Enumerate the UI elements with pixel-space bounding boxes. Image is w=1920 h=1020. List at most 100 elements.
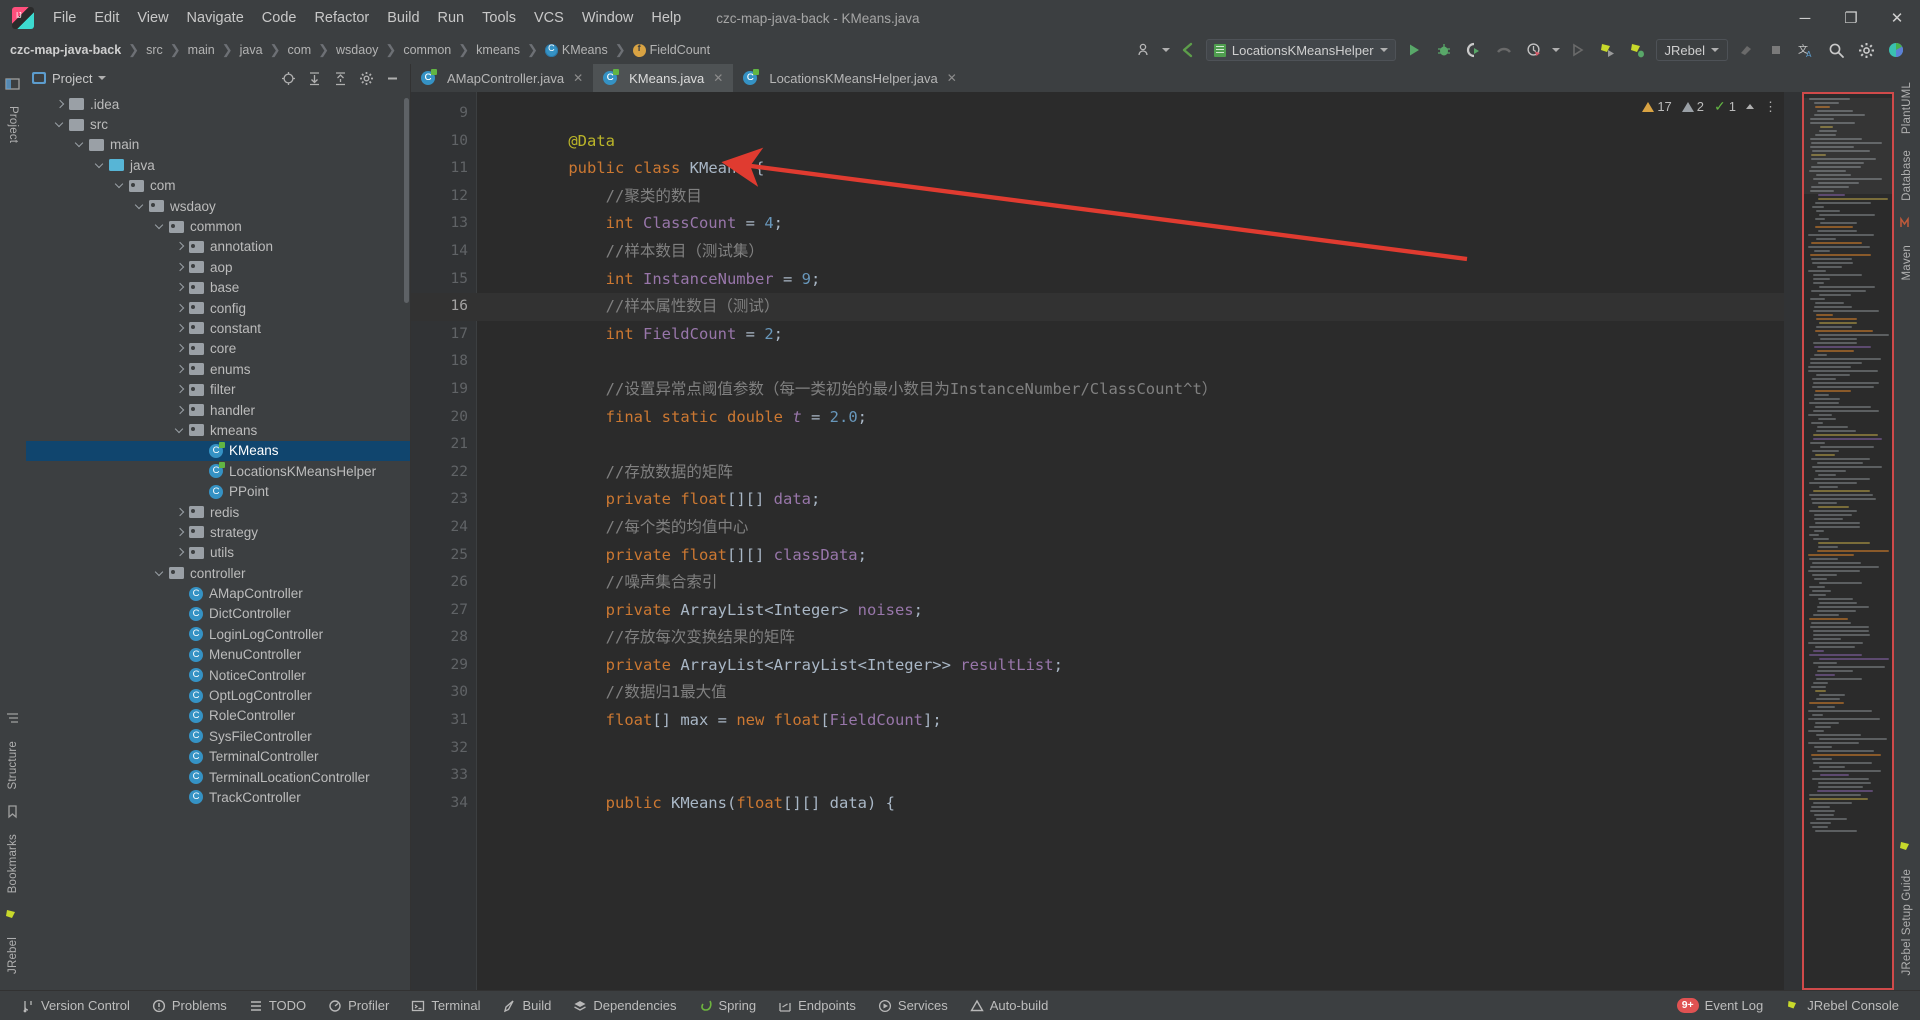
line-number-27[interactable]: 27 xyxy=(411,597,477,625)
tree-node-handler[interactable]: handler xyxy=(26,400,410,420)
code-line-25[interactable]: private float[][] classData; xyxy=(477,542,1784,570)
tree-node-aop[interactable]: aop xyxy=(26,257,410,277)
tree-node-rolecontroller[interactable]: RoleController xyxy=(26,706,410,726)
project-panel-title[interactable]: Project xyxy=(32,71,107,86)
line-number-18[interactable]: 18 xyxy=(411,348,477,376)
code-line-14[interactable]: //样本数目（测试集） xyxy=(477,238,1784,266)
warnings-badge[interactable]: 17 xyxy=(1642,99,1672,114)
editor-tab-locationskmeanshelper-java[interactable]: C LocationsKMeansHelper.java ✕ xyxy=(733,64,966,92)
chevron-up-icon[interactable] xyxy=(1746,104,1754,109)
code-line-30[interactable]: //数据归1最大值 xyxy=(477,679,1784,707)
tree-node-annotation[interactable]: annotation xyxy=(26,237,410,257)
code-line-13[interactable]: int ClassCount = 4; xyxy=(477,210,1784,238)
code-line-22[interactable]: //存放数据的矩阵 xyxy=(477,459,1784,487)
tree-node-sysfilecontroller[interactable]: SysFileController xyxy=(26,726,410,746)
chevron-right-icon[interactable] xyxy=(174,281,187,294)
tree-node-main[interactable]: main xyxy=(26,135,410,155)
chevron-right-icon[interactable] xyxy=(54,98,67,111)
line-number-28[interactable]: 28 xyxy=(411,624,477,652)
breadcrumb-item-czc-map-java-back[interactable]: czc-map-java-back xyxy=(8,42,123,58)
status-spring[interactable]: Spring xyxy=(688,995,768,1016)
tree-node--idea[interactable]: .idea xyxy=(26,94,410,114)
code-line-23[interactable]: private float[][] data; xyxy=(477,486,1784,514)
stop-icon[interactable] xyxy=(1566,39,1590,61)
breadcrumb-item-wsdaoy[interactable]: wsdaoy xyxy=(334,42,380,58)
tree-node-optlogcontroller[interactable]: OptLogController xyxy=(26,685,410,705)
attach-icon[interactable] xyxy=(1734,39,1758,61)
left-rail-label-bookmarks[interactable]: Bookmarks xyxy=(7,826,19,901)
chevron-down-icon[interactable] xyxy=(154,567,167,580)
editor-tab-amapcontroller-java[interactable]: C AMapController.java ✕ xyxy=(411,64,593,92)
tree-node-ppoint[interactable]: PPoint xyxy=(26,481,410,501)
status-auto-build[interactable]: Auto-build xyxy=(959,995,1060,1016)
tree-node-terminallocationcontroller[interactable]: TerminalLocationController xyxy=(26,767,410,787)
chevron-down-icon[interactable] xyxy=(174,424,187,437)
minimap-viewport[interactable] xyxy=(1804,98,1892,194)
status-profiler[interactable]: Profiler xyxy=(317,995,400,1016)
code-line-9[interactable] xyxy=(477,100,1784,128)
menu-item-build[interactable]: Build xyxy=(378,6,428,30)
locate-icon[interactable] xyxy=(276,67,300,89)
jrebel-tool-icon[interactable] xyxy=(5,907,21,923)
tree-node-dictcontroller[interactable]: DictController xyxy=(26,604,410,624)
line-number-20[interactable]: 20 xyxy=(411,404,477,432)
line-number-25[interactable]: 25 xyxy=(411,542,477,570)
line-number-19[interactable]: 19 xyxy=(411,376,477,404)
menu-item-vcs[interactable]: VCS xyxy=(525,6,573,30)
plugin-icon[interactable] xyxy=(1884,39,1908,61)
chevron-down-icon[interactable] xyxy=(114,179,127,192)
tree-node-kmeans[interactable]: KMeans xyxy=(26,440,410,462)
expand-all-icon[interactable] xyxy=(302,67,326,89)
status-jrebel-console[interactable]: JRebel Console xyxy=(1776,995,1910,1016)
chevron-right-icon[interactable] xyxy=(174,363,187,376)
line-number-30[interactable]: 30 xyxy=(411,679,477,707)
line-number-24[interactable]: 24 xyxy=(411,514,477,542)
close-tab-icon[interactable]: ✕ xyxy=(947,71,957,85)
code-line-12[interactable]: //聚类的数目 xyxy=(477,183,1784,211)
tree-node-enums[interactable]: enums xyxy=(26,359,410,379)
line-number-14[interactable]: 14 xyxy=(411,238,477,266)
status-terminal[interactable]: Terminal xyxy=(400,995,491,1016)
tree-node-filter[interactable]: filter xyxy=(26,379,410,399)
code-line-26[interactable]: //噪声集合索引 xyxy=(477,569,1784,597)
chevron-down-icon[interactable] xyxy=(74,138,87,151)
line-number-33[interactable]: 33 xyxy=(411,762,477,790)
tree-node-menucontroller[interactable]: MenuController xyxy=(26,645,410,665)
tree-node-core[interactable]: core xyxy=(26,339,410,359)
close-tab-icon[interactable]: ✕ xyxy=(573,71,583,85)
code-line-28[interactable]: //存放每次变换结果的矩阵 xyxy=(477,624,1784,652)
jrebel-selector[interactable]: JRebel xyxy=(1655,39,1728,61)
breadcrumb-item-common[interactable]: common xyxy=(401,42,453,58)
project-tree[interactable]: .idea src main java com wsdaoy common annotatio… xyxy=(26,92,410,990)
tree-node-trackcontroller[interactable]: TrackController xyxy=(26,787,410,807)
user-settings-icon[interactable] xyxy=(1132,39,1156,61)
tree-node-config[interactable]: config xyxy=(26,298,410,318)
tree-node-amapcontroller[interactable]: AMapController xyxy=(26,583,410,603)
line-number-31[interactable]: 31 xyxy=(411,707,477,735)
breadcrumb-item-kmeans[interactable]: KMeans xyxy=(543,42,610,58)
debug-icon[interactable] xyxy=(1432,39,1456,61)
weak-warnings-badge[interactable]: 2 xyxy=(1681,99,1704,114)
translate-icon[interactable]: 文A xyxy=(1794,39,1818,61)
close-icon[interactable]: ✕ xyxy=(1874,0,1920,36)
tree-node-com[interactable]: com xyxy=(26,176,410,196)
code-content[interactable]: @Data public class KMeans { //聚类的数目 int … xyxy=(477,92,1784,990)
chevron-right-icon[interactable] xyxy=(174,322,187,335)
code-line-16[interactable]: //样本属性数目（测试） xyxy=(477,293,1784,321)
menu-item-refactor[interactable]: Refactor xyxy=(305,6,378,30)
maximize-icon[interactable]: ❐ xyxy=(1828,0,1874,36)
breadcrumb-item-src[interactable]: src xyxy=(144,42,165,58)
run-configuration-selector[interactable]: LocationsKMeansHelper xyxy=(1205,39,1396,61)
tree-node-constant[interactable]: constant xyxy=(26,318,410,338)
hide-icon[interactable] xyxy=(380,67,404,89)
breadcrumb-item-main[interactable]: main xyxy=(186,42,217,58)
chevron-right-icon[interactable] xyxy=(174,546,187,559)
code-line-27[interactable]: private ArrayList<Integer> noises; xyxy=(477,597,1784,625)
chevron-down-icon[interactable] xyxy=(134,200,147,213)
code-line-33[interactable] xyxy=(477,762,1784,790)
code-line-19[interactable]: //设置异常点阈值参数（每一类初始的最小数目为InstanceNumber/Cl… xyxy=(477,376,1784,404)
back-navigation-icon[interactable] xyxy=(1176,39,1200,61)
chevron-down-icon[interactable] xyxy=(154,220,167,233)
collapse-all-icon[interactable] xyxy=(328,67,352,89)
project-tool-icon[interactable] xyxy=(5,76,21,92)
